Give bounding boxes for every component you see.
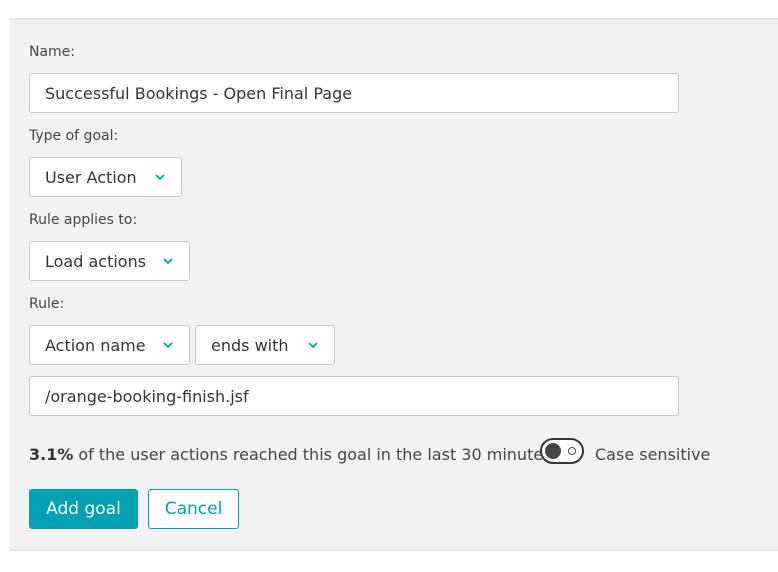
name-input[interactable]: Successful Bookings - Open Final Page <box>29 73 679 113</box>
name-label: Name: <box>29 44 76 60</box>
name-input-value: Successful Bookings - Open Final Page <box>45 83 353 103</box>
stat-text: of the user actions reached this goal in… <box>78 445 557 464</box>
rule-operator-dropdown[interactable]: ends with <box>195 325 335 365</box>
rule-field-dropdown[interactable]: Action name <box>29 325 190 365</box>
toggle-off-indicator <box>568 447 576 455</box>
rule-pattern-input[interactable]: /orange-booking-finish.jsf <box>29 376 679 416</box>
rule-applies-value: Load actions <box>45 251 147 271</box>
rule-applies-label: Rule applies to: <box>29 212 138 228</box>
goal-type-label: Type of goal: <box>29 128 119 144</box>
goal-type-dropdown[interactable]: User Action <box>29 157 182 197</box>
case-sensitive-label: Case sensitive <box>595 445 711 464</box>
rule-operator-value: ends with <box>211 335 289 355</box>
goal-type-value: User Action <box>45 167 137 187</box>
chevron-down-icon <box>163 257 173 265</box>
rule-pattern-value: /orange-booking-finish.jsf <box>45 386 249 406</box>
chevron-down-icon <box>155 173 165 181</box>
chevron-down-icon <box>163 341 173 349</box>
chevron-down-icon <box>308 341 318 349</box>
rule-label: Rule: <box>29 296 65 312</box>
rule-applies-dropdown[interactable]: Load actions <box>29 241 190 281</box>
add-goal-button[interactable]: Add goal <box>29 489 138 529</box>
case-sensitive-toggle[interactable] <box>540 438 584 464</box>
goal-statistic: 3.1% of the user actions reached this go… <box>29 445 557 464</box>
toggle-knob <box>545 443 561 459</box>
rule-field-value: Action name <box>45 335 146 355</box>
cancel-button[interactable]: Cancel <box>148 489 239 529</box>
goal-form-panel: Name: Successful Bookings - Open Final P… <box>9 18 778 551</box>
stat-percent: 3.1% <box>29 445 74 464</box>
